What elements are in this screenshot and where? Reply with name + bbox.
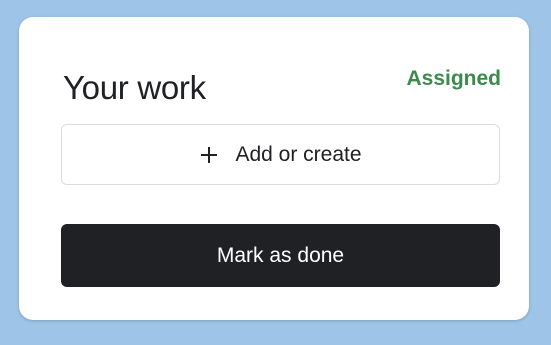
add-or-create-label: Add or create bbox=[235, 142, 362, 166]
card-title: Your work bbox=[63, 69, 206, 106]
plus-icon bbox=[199, 145, 219, 165]
your-work-card: Your work Assigned Add or create Mark as… bbox=[19, 17, 529, 320]
mark-as-done-button[interactable]: Mark as done bbox=[61, 224, 500, 287]
add-or-create-button[interactable]: Add or create bbox=[61, 124, 500, 185]
mark-as-done-label: Mark as done bbox=[216, 243, 345, 267]
status-badge: Assigned bbox=[406, 67, 501, 90]
